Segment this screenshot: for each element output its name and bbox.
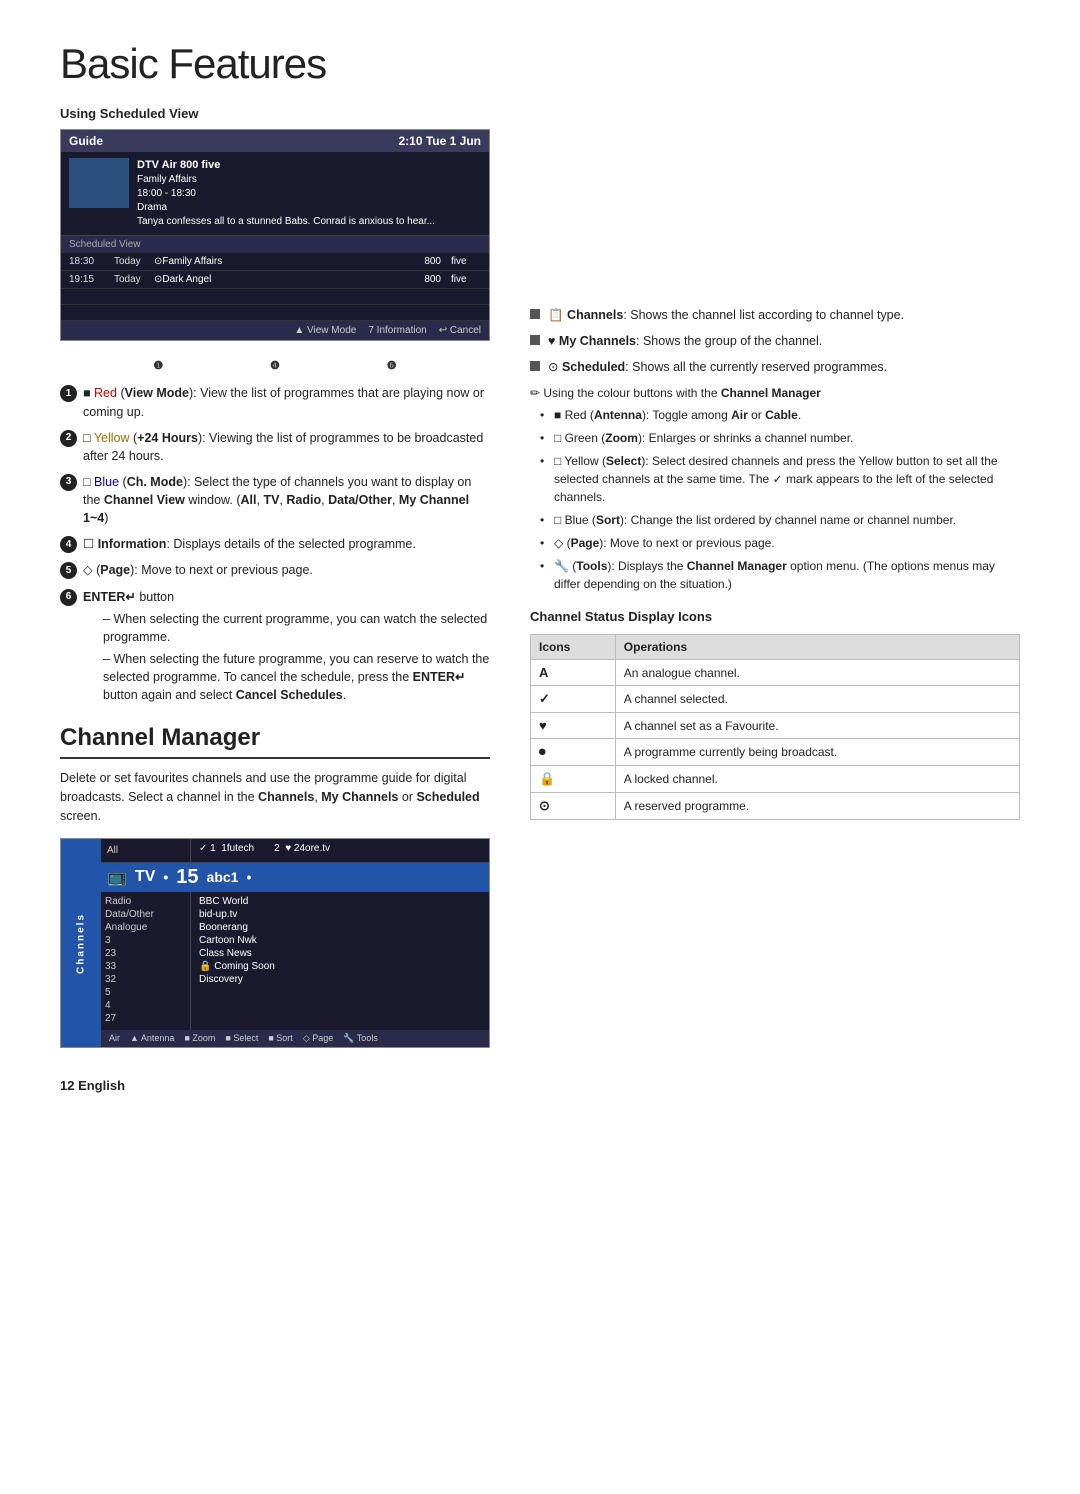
- guide-datetime: 2:10 Tue 1 Jun: [399, 134, 481, 148]
- guide-screenshot: Guide 2:10 Tue 1 Jun DTV Air 800 five Fa…: [60, 129, 490, 341]
- guide-program-info: DTV Air 800 five Family Affairs 18:00 - …: [137, 158, 435, 229]
- bullet-scheduled: ⊙ Scheduled: Shows all the currently res…: [530, 358, 1020, 376]
- channel-status-title: Channel Status Display Icons: [530, 609, 1020, 624]
- cm-tv-label: TV: [135, 868, 155, 886]
- scheduled-view-bar: Scheduled View: [61, 236, 489, 253]
- guide-footer: ▲ View Mode 7 Information ↩ Cancel: [61, 321, 489, 340]
- sched-row-2: 19:15 Today ⊙Dark Angel 800 five: [61, 271, 489, 289]
- sched-row-1: 18:30 Today ⊙Family Affairs 800 five: [61, 253, 489, 271]
- guide-title: Guide: [69, 134, 103, 148]
- color-manager-note: ✏ Using the colour buttons with the Chan…: [530, 384, 1020, 593]
- color-buttons-list: ■ Red (Antenna): Toggle among Air or Cab…: [540, 406, 1020, 593]
- channel-manager-screenshot: Channels All ✓ 1 1futech 2 ♥ 24ore.tv: [60, 838, 490, 1048]
- bullet-icon: [530, 309, 540, 319]
- bullet-icon-3: [530, 361, 540, 371]
- page-btn: ◇ (Page): Move to next or previous page.: [540, 534, 1020, 552]
- sched-row-4: [61, 305, 489, 321]
- bullet-mychannels: ♥ My Channels: Shows the group of the ch…: [530, 332, 1020, 350]
- cm-tv-num: 15: [176, 866, 198, 889]
- status-row-1: A An analogue channel.: [531, 660, 1020, 686]
- color-yellow: □ Yellow (Select): Select desired channe…: [540, 452, 1020, 506]
- status-row-2: ✓ A channel selected.: [531, 686, 1020, 713]
- col-icons: Icons: [531, 635, 616, 660]
- cm-tv-icon: 📺: [107, 867, 127, 887]
- channel-manager-desc: Delete or set favourites channels and us…: [60, 769, 490, 825]
- sched-row-3: [61, 289, 489, 305]
- scheduled-rows: 18:30 Today ⊙Family Affairs 800 five 19:…: [61, 253, 489, 321]
- bullet-icon-2: [530, 335, 540, 345]
- page-footer: 12 English: [60, 1078, 1020, 1093]
- list-item-3: 3 □ Blue (Ch. Mode): Select the type of …: [60, 473, 490, 527]
- list-item-1: 1 ■ Red (View Mode): View the list of pr…: [60, 384, 490, 420]
- status-row-4: ⏺ A programme currently being broadcast.: [531, 739, 1020, 766]
- cm-sidebar-label: Channels: [61, 839, 101, 1047]
- channel-status-table: Icons Operations A An analogue channel. …: [530, 634, 1020, 820]
- tools-btn: 🔧 (Tools): Displays the Channel Manager …: [540, 557, 1020, 593]
- color-red: ■ Red (Antenna): Toggle among Air or Cab…: [540, 406, 1020, 424]
- color-blue: □ Blue (Sort): Change the list ordered b…: [540, 511, 1020, 529]
- status-row-5: 🔒 A locked channel.: [531, 766, 1020, 793]
- guide-thumbnail: [69, 158, 129, 208]
- col-operations: Operations: [615, 635, 1019, 660]
- channel-manager-title: Channel Manager: [60, 724, 490, 759]
- status-row-3: ♥ A channel set as a Favourite.: [531, 713, 1020, 739]
- list-item-2: 2 □ Yellow (+24 Hours): Viewing the list…: [60, 429, 490, 465]
- channel-type-list: 📋 Channels: Shows the channel list accor…: [530, 306, 1020, 376]
- scheduled-view-label: Using Scheduled View: [60, 106, 490, 121]
- cm-tv-name: abc1: [207, 869, 239, 885]
- list-item-5: 5 ◇ (Page): Move to next or previous pag…: [60, 561, 490, 579]
- color-green: □ Green (Zoom): Enlarges or shrinks a ch…: [540, 429, 1020, 447]
- status-row-6: ⊙ A reserved programme.: [531, 793, 1020, 820]
- callout-numbers: ❶ ❹ ❻: [60, 357, 490, 374]
- list-item-4: 4 ☐ Information: Displays details of the…: [60, 535, 490, 553]
- bullet-channels: 📋 Channels: Shows the channel list accor…: [530, 306, 1020, 324]
- page-title: Basic Features: [60, 40, 1020, 88]
- list-item-6: 6 ENTER↵ button When selecting the curre…: [60, 588, 490, 705]
- feature-list: 1 ■ Red (View Mode): View the list of pr…: [60, 384, 490, 704]
